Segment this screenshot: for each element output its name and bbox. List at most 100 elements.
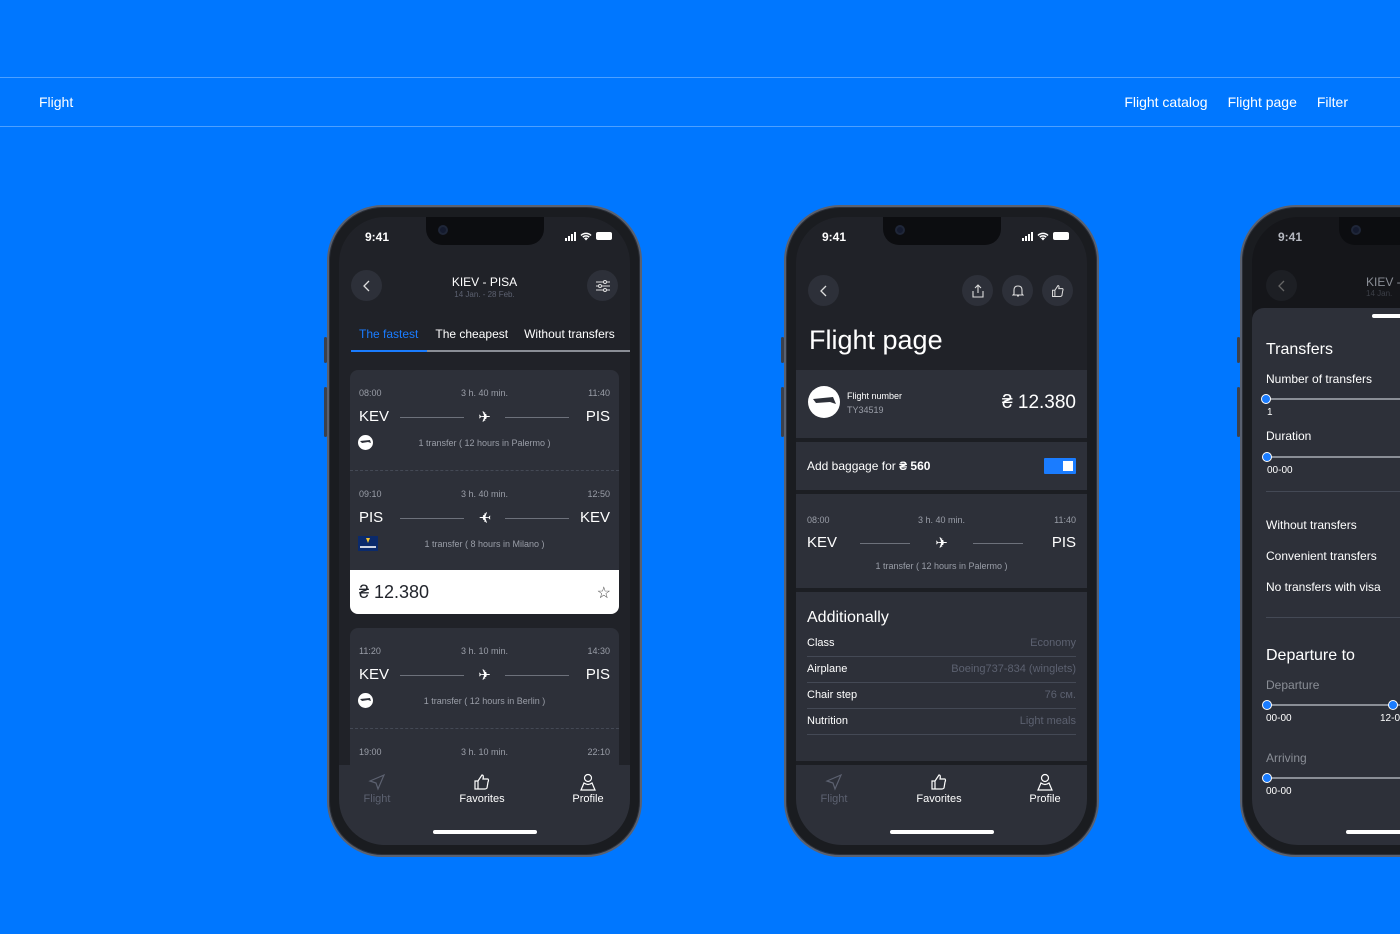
status-bar: 9:41 <box>796 229 1087 247</box>
option-convenient-transfers[interactable]: Convenient transfers <box>1266 549 1377 563</box>
slider-knob[interactable] <box>1261 394 1271 404</box>
tabbar-label: Favorites <box>916 793 962 805</box>
sheet-handle[interactable] <box>1372 314 1400 318</box>
arrival-time: 22:10 <box>587 747 610 757</box>
slider-knob[interactable] <box>1262 452 1272 462</box>
brand-link[interactable]: Flight <box>39 94 73 110</box>
detail-key: Airplane <box>807 663 848 675</box>
detail-row: Class Economy <box>807 631 1076 657</box>
destination-code: KEV <box>579 509 610 526</box>
tabbar-item-flight[interactable]: Flight <box>799 771 869 805</box>
tabbar-item-favorites[interactable]: Favorites <box>904 771 974 805</box>
baggage-price: ₴ 560 <box>899 459 931 473</box>
phone-flight-catalog: 9:41 KIEV - PISA 14 Jan. - 28 Feb. The f… <box>324 205 642 857</box>
transfer-info: 1 transfer ( 12 hours in Berlin ) <box>423 696 546 706</box>
send-icon <box>825 773 843 791</box>
flight-segment: 08:00 3 h. 40 min. 11:40 KEV ✈ PIS 1 tra… <box>350 370 619 470</box>
nav-link-flight-page[interactable]: Flight page <box>1228 94 1297 110</box>
arrival-time: 11:40 <box>1054 515 1076 525</box>
departure-label: Departure <box>1266 678 1320 692</box>
user-icon <box>1037 773 1053 791</box>
top-navigation: Flight Flight catalog Flight page Filter <box>0 77 1400 127</box>
phone-flight-page: 9:41 Flight page Flight number TY34519 ₴… <box>781 205 1099 857</box>
flight-card[interactable]: 08:00 3 h. 40 min. 11:40 KEV ✈ PIS 1 tra… <box>350 370 619 614</box>
option-no-visa-transfers[interactable]: No transfers with visa <box>1266 580 1381 594</box>
back-button[interactable] <box>808 275 839 306</box>
bottom-tab-bar: Flight Favorites Profile <box>796 765 1087 845</box>
status-time: 9:41 <box>1278 230 1303 244</box>
baggage-row: Add baggage for ₴ 560 <box>796 442 1087 490</box>
home-indicator <box>1346 830 1400 834</box>
status-time: 9:41 <box>365 230 390 244</box>
like-button[interactable] <box>1042 275 1073 306</box>
transfer-info: 1 transfer ( 12 hours in Palermo ) <box>875 561 1008 571</box>
duration-label: Duration <box>1266 429 1312 443</box>
nav-link-filter[interactable]: Filter <box>1317 94 1348 110</box>
flight-duration: 3 h. 10 min. <box>460 646 509 656</box>
route-line <box>400 518 464 519</box>
flight-segment: 11:20 3 h. 10 min. 14:30 KEV ✈ PIS 1 tra… <box>350 628 619 728</box>
chevron-left-icon <box>1277 280 1284 291</box>
share-button[interactable] <box>962 275 993 306</box>
additional-info: Additionally Class Economy Airplane Boeing… <box>796 592 1087 761</box>
origin-code: KEV <box>807 534 838 551</box>
detail-row: Airplane Boeing737-834 (winglets) <box>807 657 1076 683</box>
num-transfers-value: 1 <box>1267 407 1273 418</box>
user-icon <box>580 773 596 791</box>
departure-from-value: 00-00 <box>1266 713 1292 724</box>
star-icon[interactable]: ☆ <box>597 583 611 603</box>
plane-icon: ✈ <box>478 409 491 426</box>
send-icon <box>368 773 386 791</box>
detail-key: Nutrition <box>807 715 848 727</box>
slider-knob-start[interactable] <box>1262 700 1272 710</box>
detail-value: 76 см. <box>1044 689 1076 701</box>
arrival-time: 12:50 <box>587 489 610 499</box>
departure-slider[interactable] <box>1262 700 1400 710</box>
divider <box>1266 491 1400 492</box>
flight-number: TY34519 <box>847 405 884 415</box>
route-title: KIEV - <box>1366 275 1400 289</box>
airline-logo-icon <box>808 386 840 418</box>
arrival-time: 14:30 <box>587 646 610 656</box>
destination-code: PIS <box>585 408 610 425</box>
route-line <box>860 543 910 544</box>
back-button[interactable] <box>1266 270 1297 301</box>
filter-button[interactable] <box>587 270 618 301</box>
transfer-info: 1 transfer ( 8 hours in Milano ) <box>424 539 545 549</box>
page-title: Flight page <box>809 325 943 355</box>
tabbar-item-flight[interactable]: Flight <box>342 771 412 805</box>
option-without-transfers[interactable]: Without transfers <box>1266 518 1357 532</box>
baggage-toggle[interactable] <box>1044 458 1076 474</box>
status-time: 9:41 <box>822 230 847 244</box>
slider-knob-end[interactable] <box>1388 700 1398 710</box>
screen: 9:41 KIEV - PISA 14 Jan. - 28 Feb. The f… <box>339 217 630 845</box>
arriving-slider[interactable] <box>1262 773 1400 783</box>
tab-the-fastest[interactable]: The fastest <box>351 327 428 352</box>
duration-slider[interactable] <box>1262 452 1400 462</box>
arrival-time: 11:40 <box>588 388 610 398</box>
detail-value: Boeing737-834 (winglets) <box>951 663 1076 675</box>
screen: 9:41 KIEV - 14 Jan. Transfers Number of … <box>1252 217 1400 845</box>
bottom-tab-bar: Flight Favorites Profile <box>339 765 630 845</box>
tab-the-cheapest[interactable]: The cheapest <box>427 327 516 350</box>
battery-icon <box>596 232 612 240</box>
duration-value: 00-00 <box>1267 465 1293 476</box>
tabbar-item-profile[interactable]: Profile <box>1010 771 1080 805</box>
origin-code: PIS <box>359 509 384 526</box>
sort-tabs: The fastest The cheapest Without transfe… <box>351 327 630 352</box>
nav-link-flight-catalog[interactable]: Flight catalog <box>1124 94 1207 110</box>
origin-code: KEV <box>359 408 390 425</box>
bell-icon <box>1011 284 1024 297</box>
tabbar-item-favorites[interactable]: Favorites <box>447 771 517 805</box>
wifi-icon <box>580 232 592 240</box>
num-transfers-slider[interactable] <box>1261 394 1400 404</box>
notify-button[interactable] <box>1002 275 1033 306</box>
tabbar-label: Favorites <box>459 793 505 805</box>
tabbar-item-profile[interactable]: Profile <box>553 771 623 805</box>
home-indicator <box>889 830 994 834</box>
sliders-icon <box>595 279 610 292</box>
tab-without-transfers[interactable]: Without transfers <box>516 327 623 350</box>
status-bar: 9:41 <box>1252 229 1400 247</box>
slider-knob[interactable] <box>1262 773 1272 783</box>
destination-code: PIS <box>585 666 610 683</box>
